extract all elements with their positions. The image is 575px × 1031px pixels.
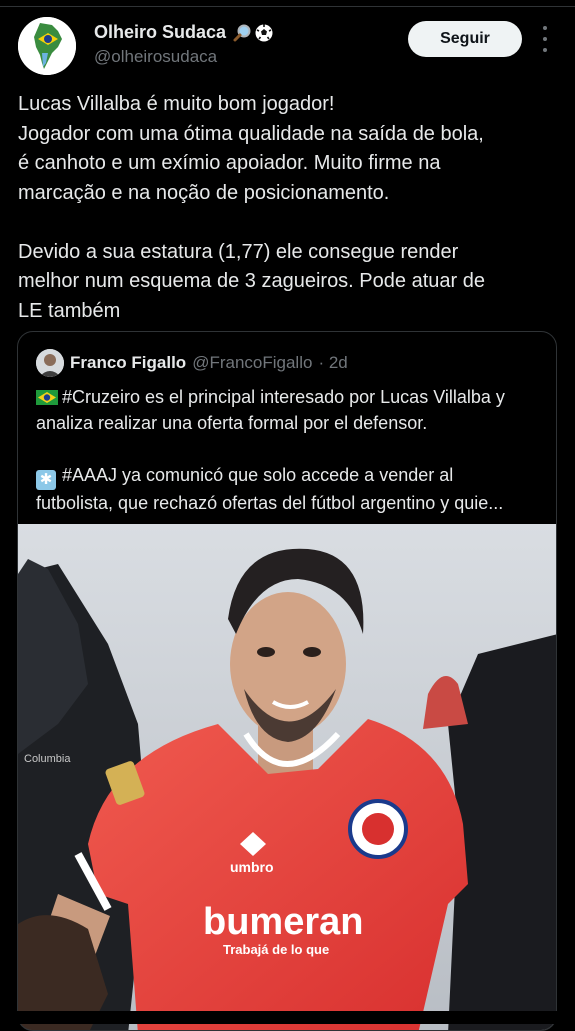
author-handle[interactable]: @olheirosudaca [94,47,217,67]
star-icon: ✱ [36,470,56,490]
sponsor-slogan: Trabajá de lo que [223,942,329,957]
tweet-line: marcação e na noção de posicionamento. [18,181,390,204]
tweet-line: LE também [18,299,121,322]
display-name[interactable]: Olheiro Sudaca [94,22,226,43]
quoted-photo[interactable]: Columbia umbro bumeran Trabajá de lo que [18,524,556,1030]
quoted-name[interactable]: Franco Figallo [70,353,186,373]
tweet-line: Devido a sua estatura (1,77) ele consegu… [18,240,459,263]
quoted-line: analiza realizar una oferta formal por e… [36,413,428,433]
quoted-tweet[interactable]: Franco Figallo @FrancoFigallo · 2d #Cruz… [17,331,557,1031]
tweet-line: Lucas Villalba é muito bom jogador! [18,93,335,115]
magnifier-icon [233,24,251,41]
kit-brand-label: umbro [230,859,274,875]
follow-button[interactable]: Seguir [408,21,522,57]
tweet-line: Jogador com uma ótima qualidade na saída… [18,122,484,145]
sponsor-label: bumeran [203,901,363,943]
more-options-icon[interactable] [536,26,554,52]
jacket-brand-label: Columbia [24,753,71,765]
tweet-line: é canhoto e um exímio apoiador. Muito fi… [18,152,441,174]
quoted-line: futbolista, que rechazó ofertas del fútb… [36,493,504,513]
quoted-time: · 2d [318,353,348,372]
tweet-header: Olheiro Sudaca @olheirosudaca Seguir [0,0,575,90]
quoted-handle[interactable]: @FrancoFigallo [192,353,312,373]
quoted-line: #Cruzeiro es el principal interesado por… [62,387,505,407]
brazil-flag-icon [36,390,58,405]
tweet-text: Lucas Villalba é muito bom jogador! Joga… [18,90,563,326]
tweet-line: melhor num esquema de 3 zagueiros. Pode … [18,270,485,292]
quoted-text: #Cruzeiro es el principal interesado por… [36,384,551,516]
bottom-bar [0,1011,575,1024]
quoted-line: #AAAJ ya comunicó que solo accede a vend… [62,465,454,485]
avatar[interactable] [18,17,76,75]
soccer-ball-icon [255,24,273,41]
quoted-avatar[interactable] [36,349,64,377]
